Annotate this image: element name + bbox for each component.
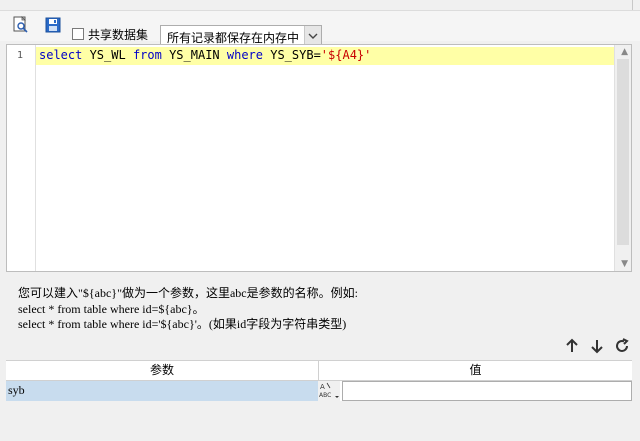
top-strip — [0, 0, 640, 11]
param-name-cell: syb — [8, 383, 25, 397]
scroll-up-icon[interactable]: ▲ — [621, 47, 628, 57]
shared-dataset-checkbox[interactable] — [72, 28, 84, 40]
keyword-select: select — [39, 48, 83, 62]
keyword-where: where — [226, 48, 263, 62]
params-table: 参数 值 syb A ABC — [6, 360, 632, 441]
toolbar: 共享数据集 所有记录都保存在内存中 — [0, 11, 640, 47]
value-type-button[interactable]: A ABC — [318, 381, 340, 401]
scroll-down-icon[interactable]: ▼ — [621, 259, 628, 269]
arrow-up-icon[interactable] — [564, 338, 580, 354]
help-text-line1: 您可以建入"${abc}"做为一个参数，这里abc是参数的名称。例如: — [18, 286, 358, 300]
condition-field: YS_SYB= — [263, 48, 321, 62]
chevron-down-icon — [308, 33, 318, 39]
keyword-from: from — [132, 48, 162, 62]
help-text-line3: select * from table where id='${abc}'。(如… — [18, 317, 347, 331]
table-empty-area — [6, 401, 632, 441]
table-name: YS_MAIN — [161, 48, 227, 62]
table-row[interactable] — [6, 381, 318, 401]
dropdown-button[interactable] — [304, 26, 321, 46]
column-header-param: 参数 — [6, 361, 319, 381]
text-type-icon: A ABC — [319, 382, 339, 399]
column-header-value: 值 — [319, 361, 632, 381]
line-gutter: 1 — [7, 45, 36, 271]
line-number: 1 — [17, 50, 24, 61]
refresh-icon[interactable] — [614, 338, 630, 354]
param-string: '${A4}' — [320, 48, 372, 62]
shared-dataset-label: 共享数据集 — [88, 28, 149, 42]
field-name: YS_WL — [82, 48, 133, 62]
save-icon[interactable] — [44, 16, 62, 34]
svg-text:A: A — [320, 383, 325, 391]
param-value-input[interactable] — [342, 381, 632, 401]
preview-icon[interactable] — [12, 16, 30, 34]
vertical-scrollbar[interactable]: ▲ ▼ — [614, 45, 631, 271]
sql-editor[interactable]: 1 select YS_WL from YS_MAIN where YS_SYB… — [6, 44, 632, 272]
top-divider — [632, 0, 633, 10]
sql-code-line[interactable]: select YS_WL from YS_MAIN where YS_SYB='… — [39, 48, 371, 62]
arrow-down-icon[interactable] — [589, 338, 605, 354]
svg-text:ABC: ABC — [319, 392, 331, 399]
scrollbar-thumb[interactable] — [617, 59, 629, 245]
